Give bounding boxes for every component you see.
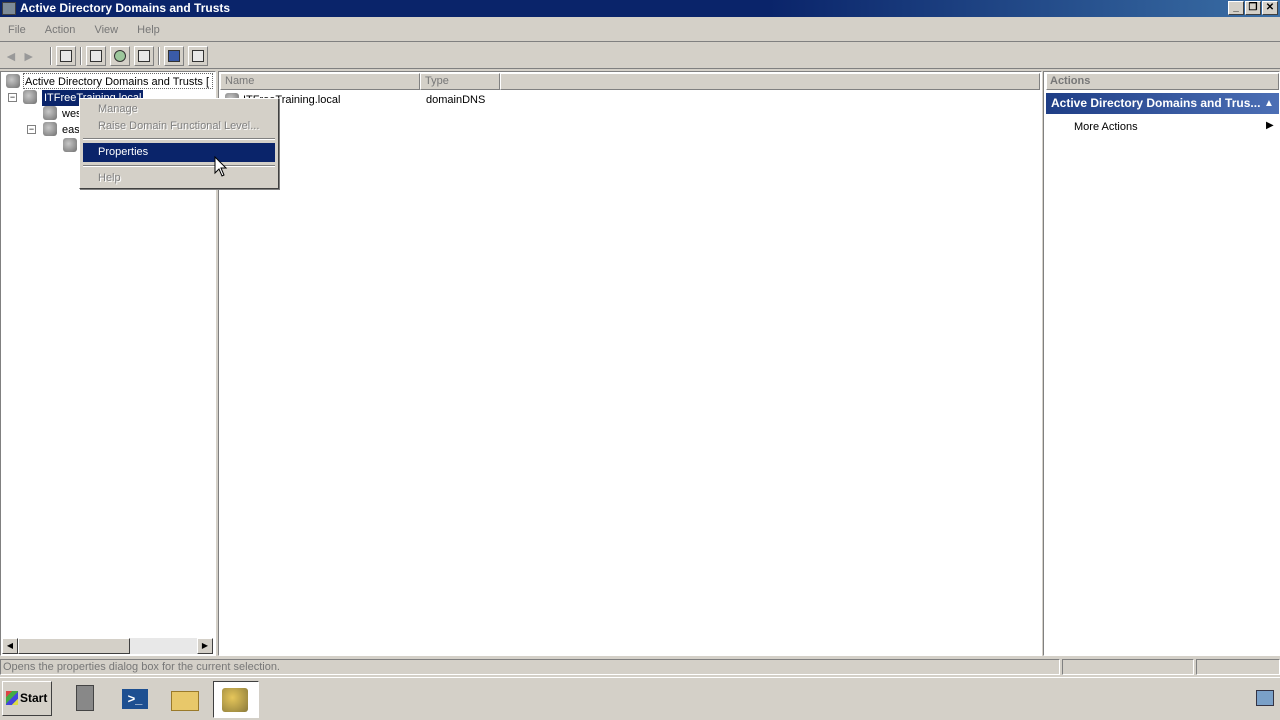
- tree-root-label: Active Directory Domains and Trusts [ d: [25, 76, 213, 88]
- menu-action[interactable]: Action: [37, 20, 84, 36]
- tree-root-node[interactable]: Active Directory Domains and Trusts [ d: [23, 73, 213, 89]
- actions-header: Actions: [1046, 73, 1279, 90]
- collapse-up-icon[interactable]: ▲: [1264, 93, 1274, 114]
- menu-separator: [83, 138, 275, 140]
- ad-domains-trusts-icon: [6, 74, 20, 88]
- results-pane[interactable]: Name Type ITFreeTraining.local domainDNS: [218, 71, 1042, 656]
- help-icon: [168, 50, 180, 62]
- minimize-button[interactable]: _: [1228, 1, 1244, 15]
- domain-icon: [43, 106, 57, 120]
- menu-item-help[interactable]: Help: [83, 169, 275, 188]
- menu-view[interactable]: View: [86, 20, 126, 36]
- column-header-label: Name: [225, 75, 255, 87]
- actions-section-title: Active Directory Domains and Trus...: [1051, 96, 1261, 110]
- mouse-cursor-icon: [214, 156, 228, 177]
- domain-icon: [63, 138, 77, 152]
- menu-separator: [83, 165, 275, 167]
- server-manager-icon[interactable]: [68, 683, 102, 716]
- window-title: Active Directory Domains and Trusts: [20, 1, 231, 15]
- ad-domains-app-icon: [2, 2, 16, 15]
- scroll-thumb[interactable]: [18, 638, 130, 654]
- menu-item-raise-functional-level[interactable]: Raise Domain Functional Level...: [83, 117, 275, 136]
- status-cell: [1196, 659, 1280, 675]
- console-tree-icon: [90, 50, 102, 62]
- column-header-label: Type: [425, 75, 449, 87]
- windows-explorer-icon[interactable]: [168, 683, 202, 716]
- show-hide-action-pane-button[interactable]: [188, 46, 208, 66]
- refresh-icon: [114, 50, 126, 62]
- more-actions-label: More Actions: [1074, 121, 1138, 133]
- menu-bar: File Action View Help: [0, 20, 1280, 42]
- horizontal-scrollbar[interactable]: ◀ ▶: [2, 638, 213, 654]
- domain-icon: [23, 90, 37, 104]
- taskbar-ad-domains-trusts[interactable]: [213, 681, 259, 718]
- toolbar-separator: [158, 47, 160, 65]
- more-actions-item[interactable]: More Actions ▶: [1046, 118, 1279, 136]
- actions-pane: [1043, 71, 1280, 656]
- column-header-filler: [500, 73, 1040, 90]
- scroll-left-arrow-icon[interactable]: ◀: [2, 638, 18, 654]
- action-pane-icon: [192, 50, 204, 62]
- tree-child-label: eas: [62, 124, 80, 136]
- menu-file[interactable]: File: [0, 20, 34, 36]
- export-list-button[interactable]: [134, 46, 154, 66]
- menu-help[interactable]: Help: [129, 20, 168, 36]
- toolbar-separator: [80, 47, 82, 65]
- status-cell: [1062, 659, 1194, 675]
- ad-domains-trusts-icon: [222, 688, 248, 712]
- network-tray-icon[interactable]: [1256, 690, 1274, 706]
- back-forward-icon[interactable]: ◄ ►: [4, 49, 44, 63]
- domain-icon: [43, 122, 57, 136]
- show-hide-tree-button[interactable]: [86, 46, 106, 66]
- status-text: Opens the properties dialog box for the …: [0, 659, 1060, 675]
- start-button[interactable]: Start: [2, 681, 52, 716]
- column-header-name[interactable]: Name: [220, 73, 420, 90]
- scroll-right-arrow-icon[interactable]: ▶: [197, 638, 213, 654]
- restore-button[interactable]: ❐: [1245, 1, 1261, 15]
- export-list-icon: [138, 50, 150, 62]
- window-titlebar[interactable]: Active Directory Domains and Trusts _ ❐ …: [0, 0, 1280, 17]
- column-header-type[interactable]: Type: [420, 73, 500, 90]
- tree-child-domain-east[interactable]: eas: [62, 122, 80, 138]
- actions-header-label: Actions: [1050, 75, 1091, 87]
- status-bar: Opens the properties dialog box for the …: [0, 658, 1280, 676]
- up-level-button[interactable]: [56, 46, 76, 66]
- list-item-type: domainDNS: [426, 94, 486, 106]
- list-item[interactable]: ITFreeTraining.local domainDNS: [223, 92, 623, 108]
- windows-logo-icon: [6, 691, 18, 705]
- menu-item-properties[interactable]: Properties: [83, 143, 275, 162]
- close-button[interactable]: ✕: [1262, 1, 1278, 15]
- toolbar: ◄ ►: [0, 43, 1280, 69]
- up-level-icon: [60, 50, 72, 62]
- start-label: Start: [20, 691, 48, 705]
- actions-section-header[interactable]: Active Directory Domains and Trus... ▲: [1046, 93, 1279, 114]
- refresh-button[interactable]: [110, 46, 130, 66]
- powershell-icon[interactable]: >_: [118, 683, 152, 716]
- toolbar-separator: [50, 47, 52, 65]
- context-menu: Manage Raise Domain Functional Level... …: [79, 98, 279, 189]
- submenu-arrow-icon: ▶: [1266, 120, 1274, 131]
- collapse-icon[interactable]: −: [27, 125, 36, 134]
- help-button[interactable]: [164, 46, 184, 66]
- collapse-icon[interactable]: −: [8, 93, 17, 102]
